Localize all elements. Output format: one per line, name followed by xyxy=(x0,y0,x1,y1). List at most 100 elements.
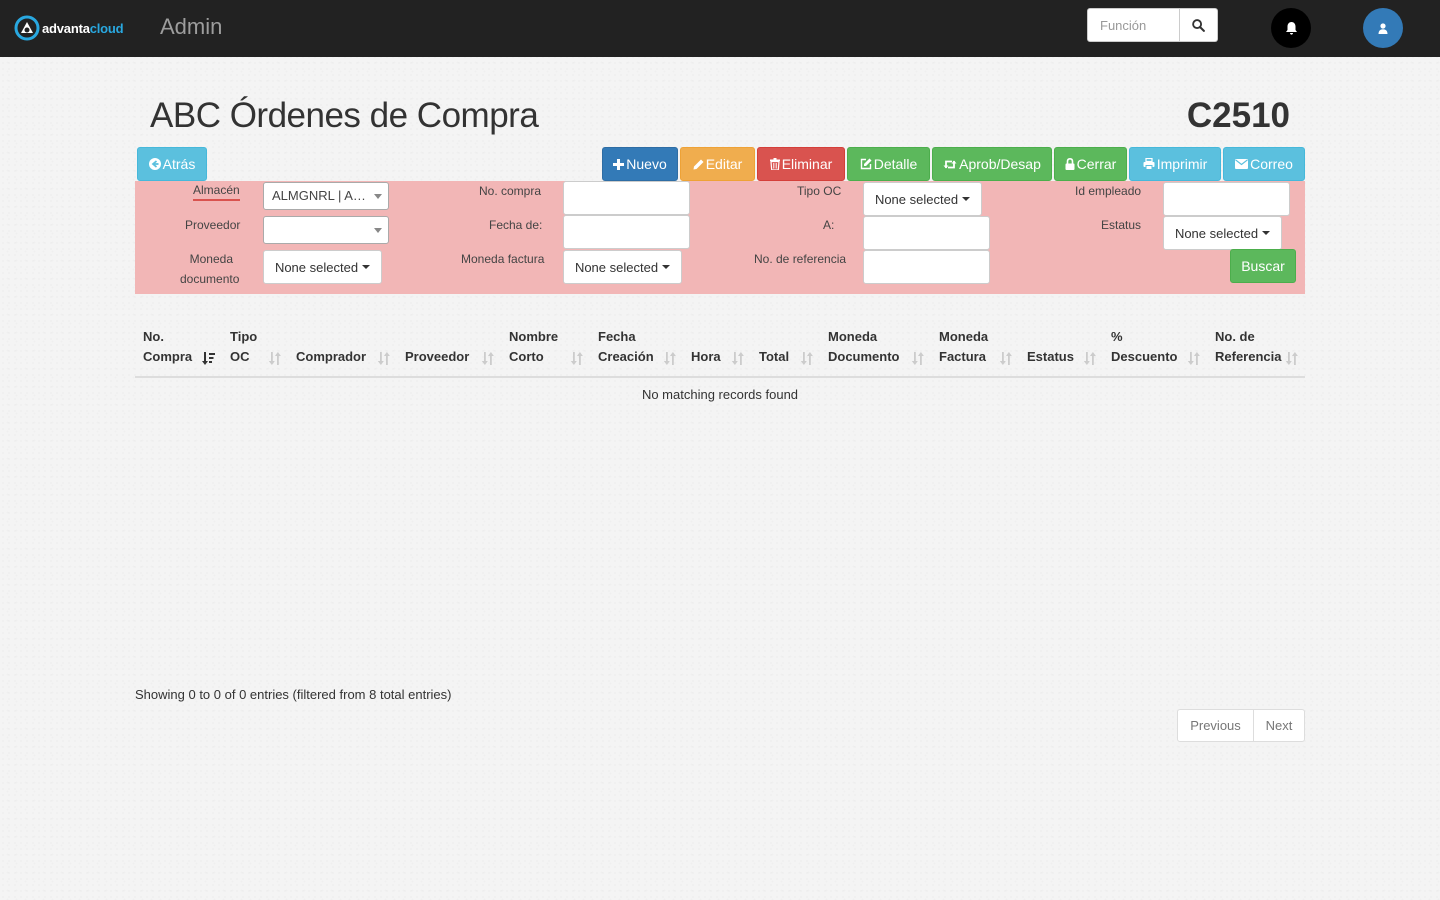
column-header-line1 xyxy=(296,327,389,347)
advantacloud-logo-icon xyxy=(14,15,40,41)
moneda-factura-value: None selected xyxy=(574,259,659,275)
edit-label: Editar xyxy=(705,156,743,172)
sort-icon xyxy=(377,352,390,365)
column-header-line1: Moneda xyxy=(828,329,878,344)
column-header-line2: Comprador xyxy=(296,349,367,364)
sort-icon xyxy=(1083,352,1096,365)
fecha-de-input[interactable] xyxy=(563,215,690,249)
envelope-icon xyxy=(1235,159,1249,169)
column-header[interactable]: Nombre Corto xyxy=(501,327,590,378)
proveedor-label: Proveedor xyxy=(185,218,241,232)
print-button[interactable]: Imprimir xyxy=(1129,147,1221,181)
mail-button[interactable]: Correo xyxy=(1223,147,1305,181)
back-button[interactable]: Atrás xyxy=(137,147,207,181)
detail-button[interactable]: Detalle xyxy=(847,147,930,181)
column-header-line1: Nombre xyxy=(509,329,559,344)
column-header[interactable]: Hora xyxy=(683,327,751,378)
tipo-oc-value: None selected xyxy=(874,191,959,207)
previous-page-button[interactable]: Previous xyxy=(1177,709,1254,742)
table-info: Showing 0 to 0 of 0 entries (filtered fr… xyxy=(135,687,452,702)
logo-text-advanta: advanta xyxy=(42,20,90,36)
no-referencia-input[interactable] xyxy=(863,250,990,284)
chevron-down-icon xyxy=(374,228,382,233)
sort-icon xyxy=(663,352,676,365)
no-referencia-label: No. de referencia xyxy=(754,252,847,266)
bell-icon xyxy=(1285,22,1297,35)
function-search-input[interactable] xyxy=(1087,8,1180,42)
delete-button[interactable]: Eliminar xyxy=(757,147,845,181)
edit-button[interactable]: Editar xyxy=(680,147,755,181)
arrow-left-icon xyxy=(148,158,161,170)
sort-icon xyxy=(999,352,1012,365)
tipo-oc-label: Tipo OC xyxy=(797,184,842,198)
caret-down-icon xyxy=(1262,231,1271,235)
filter-panel: Almacén ALMGNRL | Almacén General Provee… xyxy=(135,181,1305,294)
column-header[interactable]: % Descuento xyxy=(1103,327,1207,378)
search-submit-button[interactable]: Buscar xyxy=(1230,249,1296,283)
plus-icon xyxy=(613,158,625,170)
approve-button[interactable]: Aprob/Desap xyxy=(932,147,1052,181)
a-input[interactable] xyxy=(863,216,990,250)
new-label: Nuevo xyxy=(626,156,667,172)
estatus-value: None selected xyxy=(1174,225,1259,241)
moneda-documento-label-line1: Moneda xyxy=(189,252,233,266)
column-header[interactable]: Moneda Documento xyxy=(820,327,931,378)
column-header[interactable]: Estatus xyxy=(1019,327,1103,378)
id-empleado-input[interactable] xyxy=(1163,182,1290,216)
moneda-factura-dropdown[interactable]: None selected xyxy=(563,250,682,284)
page-code: C2510 xyxy=(1186,96,1290,135)
column-header[interactable]: Moneda Factura xyxy=(931,327,1019,378)
pencil-icon xyxy=(693,159,704,169)
column-header-line1: No. de xyxy=(1215,329,1255,344)
column-header[interactable]: No. Compra xyxy=(135,327,222,378)
estatus-label: Estatus xyxy=(1101,218,1142,232)
a-label: A: xyxy=(823,218,835,232)
column-header[interactable]: Tipo OC xyxy=(222,327,288,378)
column-header-line1: Tipo xyxy=(230,329,258,344)
proveedor-select[interactable] xyxy=(263,216,389,244)
approve-label: Aprob/Desap xyxy=(959,156,1041,172)
notifications-button[interactable] xyxy=(1271,8,1311,48)
almacen-select[interactable]: ALMGNRL | Almacén General xyxy=(263,182,389,210)
column-header[interactable]: Fecha Creación xyxy=(590,327,683,378)
estatus-dropdown[interactable]: None selected xyxy=(1163,216,1282,250)
edit-square-icon xyxy=(860,158,872,170)
column-header[interactable]: Comprador xyxy=(288,327,397,378)
new-button[interactable]: Nuevo xyxy=(602,147,678,181)
moneda-documento-label: Moneda documento xyxy=(180,249,239,289)
purchase-orders-table: No. Compra Tipo OC Comprador Proveedor Nombr… xyxy=(135,327,1305,411)
search-icon xyxy=(1192,18,1205,32)
search-button[interactable] xyxy=(1180,8,1218,42)
tipo-oc-dropdown[interactable]: None selected xyxy=(863,182,982,216)
retweet-icon xyxy=(943,160,957,168)
sort-icon xyxy=(1285,352,1298,365)
column-header-line1: Moneda xyxy=(939,329,989,344)
chevron-down-icon xyxy=(374,194,382,199)
sort-icon xyxy=(1187,352,1200,365)
id-empleado-label: Id empleado xyxy=(1075,184,1142,198)
moneda-factura-label: Moneda factura xyxy=(461,252,545,266)
detail-label: Detalle xyxy=(873,156,918,172)
trash-icon xyxy=(769,158,780,170)
mail-label: Correo xyxy=(1250,156,1293,172)
table-header-row: No. Compra Tipo OC Comprador Proveedor Nombr… xyxy=(135,327,1305,378)
next-page-button[interactable]: Next xyxy=(1254,709,1305,742)
column-header[interactable]: Proveedor xyxy=(397,327,501,378)
column-header[interactable]: Total xyxy=(751,327,820,378)
column-header[interactable]: No. de Referencia xyxy=(1207,327,1305,378)
column-header-line1: Fecha xyxy=(598,329,636,344)
logo-text-cloud: cloud xyxy=(89,20,124,36)
user-menu-button[interactable] xyxy=(1363,8,1403,48)
column-header-line2: Documento xyxy=(828,349,900,364)
almacen-value: ALMGNRL | Almacén General xyxy=(272,188,388,203)
no-compra-input[interactable] xyxy=(563,181,690,215)
nav-title[interactable]: Admin xyxy=(160,14,222,40)
table-row: No matching records found xyxy=(135,377,1305,411)
sort-icon xyxy=(570,352,583,365)
pagination: Previous Next xyxy=(1177,709,1305,742)
brand-logo[interactable]: advantacloud xyxy=(14,15,124,41)
close-button[interactable]: Cerrar xyxy=(1054,147,1127,181)
sort-icon xyxy=(911,352,924,365)
moneda-documento-dropdown[interactable]: None selected xyxy=(263,250,382,284)
column-header-line1 xyxy=(1027,327,1095,347)
